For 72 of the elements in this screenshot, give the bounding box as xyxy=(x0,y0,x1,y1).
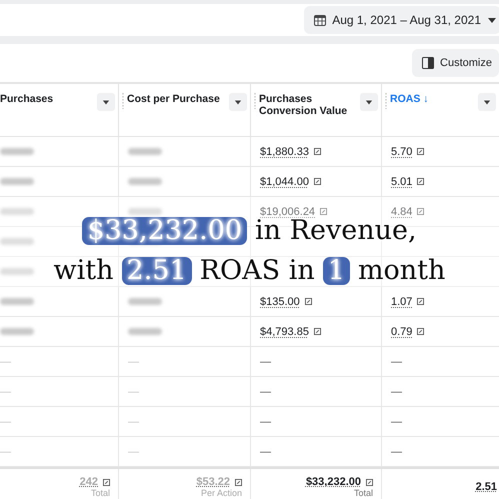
customize-button[interactable]: Customize xyxy=(412,49,499,77)
table-cell: — xyxy=(0,356,11,368)
blurred-text xyxy=(128,178,162,185)
column-menu-button[interactable] xyxy=(360,93,378,111)
total-caption: Total xyxy=(90,488,110,498)
table-cell: $1,880.33 xyxy=(260,146,309,158)
caret-icon xyxy=(102,98,110,106)
caret-icon xyxy=(487,16,497,24)
blurred-text xyxy=(0,238,34,245)
table-cell: — xyxy=(260,446,271,458)
blurred-text xyxy=(128,328,162,335)
column-header[interactable]: ROAS ↓ xyxy=(390,93,475,105)
column-header[interactable]: Purchases Conversion Value xyxy=(259,93,357,117)
table-cell: — xyxy=(391,446,402,458)
total-caption: Per Action xyxy=(200,488,242,498)
blurred-text xyxy=(0,268,34,275)
table-cell: — xyxy=(128,386,139,398)
headline-text: month xyxy=(358,257,446,285)
blurred-text xyxy=(128,298,162,305)
headline-text: ROAS in xyxy=(200,257,315,285)
column-resize-handle-icon[interactable] xyxy=(385,93,387,109)
blurred-text xyxy=(0,178,34,185)
column-menu-button[interactable] xyxy=(229,93,247,111)
calendar-icon xyxy=(314,14,326,26)
table-cell: — xyxy=(391,416,402,428)
blurred-text xyxy=(0,208,34,215)
columns-icon xyxy=(422,57,434,69)
table-cell: — xyxy=(0,446,11,458)
table-cell: 4.84 xyxy=(391,206,412,218)
blurred-text xyxy=(0,298,34,305)
table-cell: — xyxy=(0,416,11,428)
total-value: $33,232.00 xyxy=(306,476,361,488)
headline-text: with xyxy=(54,257,114,285)
caret-icon xyxy=(234,98,242,106)
caret-icon xyxy=(483,98,491,106)
column-menu-button[interactable] xyxy=(478,93,496,111)
total-caption: Total xyxy=(354,488,373,498)
blurred-text xyxy=(128,208,162,215)
date-range-button[interactable]: Aug 1, 2021 – Aug 31, 2021 xyxy=(304,6,499,34)
blurred-text xyxy=(128,148,162,155)
table-cell: — xyxy=(391,386,402,398)
table-cell: $1,044.00 xyxy=(260,176,309,188)
blurred-text xyxy=(0,148,34,155)
table-cell: 5.70 xyxy=(391,146,412,158)
table-cell: — xyxy=(391,356,402,368)
total-value: 242 xyxy=(80,476,98,488)
table-cell: 0.79 xyxy=(391,326,412,338)
highlighted-figure: 2.51 xyxy=(122,257,192,285)
column-resize-handle-icon[interactable] xyxy=(254,93,256,109)
table-cell: — xyxy=(128,446,139,458)
table-cell: $19,006.24 xyxy=(260,206,316,218)
table-cell: — xyxy=(260,416,271,428)
highlighted-figure: 1 xyxy=(322,257,350,285)
table-cell: — xyxy=(260,356,271,368)
column-resize-handle-icon[interactable] xyxy=(122,93,124,109)
highlighted-figure: $33,232.00 xyxy=(82,217,248,245)
table-cell: $135.00 xyxy=(260,296,300,308)
caret-icon xyxy=(365,98,373,106)
table-cell: — xyxy=(128,416,139,428)
column-menu-button[interactable] xyxy=(97,93,115,111)
table-cell: 1.07 xyxy=(391,296,412,308)
headline-text: in Revenue, xyxy=(255,217,417,245)
table-cell: $4,793.85 xyxy=(260,326,309,338)
table-cell: — xyxy=(128,356,139,368)
column-header[interactable]: Cost per Purchase xyxy=(127,93,226,105)
table-cell: — xyxy=(0,386,11,398)
blurred-text xyxy=(0,328,34,335)
total-value: 2.51 xyxy=(476,481,497,493)
table-cell: — xyxy=(260,386,271,398)
total-value: $53.22 xyxy=(196,476,230,488)
table-cell: 5.01 xyxy=(391,176,412,188)
column-header[interactable]: Purchases xyxy=(0,93,94,105)
